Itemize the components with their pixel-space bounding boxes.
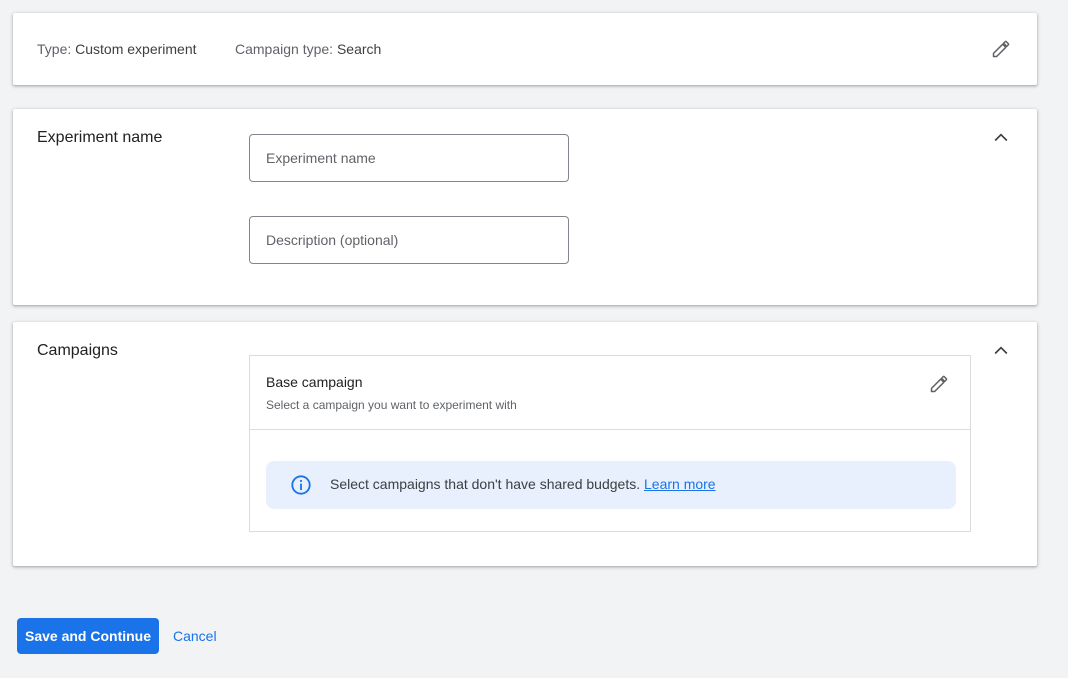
base-campaign-header: Base campaign Select a campaign you want…	[250, 356, 970, 430]
campaigns-section: Campaigns Base campaign Select a campaig…	[13, 322, 1037, 566]
base-campaign-title: Base campaign	[266, 374, 363, 390]
info-icon	[291, 475, 311, 495]
save-and-continue-button[interactable]: Save and Continue	[17, 618, 160, 654]
edit-summary-button[interactable]	[987, 35, 1015, 63]
pencil-icon	[992, 40, 1010, 58]
summary-card: Type: Custom experiment Campaign type: S…	[13, 13, 1037, 85]
section-title-campaigns: Campaigns	[37, 342, 118, 359]
cancel-button[interactable]: Cancel	[166, 618, 224, 654]
description-input[interactable]	[249, 216, 569, 264]
experiment-name-input[interactable]	[249, 134, 569, 182]
type-value: Custom experiment	[75, 41, 197, 57]
campaign-type: Campaign type: Search	[235, 41, 381, 57]
base-campaign-subtitle: Select a campaign you want to experiment…	[266, 398, 517, 412]
collapse-experiment-button[interactable]	[987, 124, 1015, 152]
experiment-type: Type: Custom experiment	[37, 41, 197, 57]
edit-base-campaign-button[interactable]	[925, 370, 953, 398]
learn-more-link[interactable]: Learn more	[644, 476, 716, 492]
campaign-type-value: Search	[336, 41, 382, 57]
info-banner-message: Select campaigns that don't have shared …	[330, 476, 641, 492]
base-campaign-panel: Base campaign Select a campaign you want…	[249, 355, 971, 532]
chevron-up-icon	[994, 346, 1008, 355]
section-title-experiment-name: Experiment name	[37, 129, 163, 146]
experiment-name-section: Experiment name	[13, 109, 1037, 305]
info-banner-text: Select campaigns that don't have shared …	[330, 476, 716, 492]
campaign-type-label: Campaign type:	[235, 41, 334, 57]
pencil-icon	[930, 375, 948, 393]
shared-budget-info-banner: Select campaigns that don't have shared …	[266, 461, 956, 509]
chevron-up-icon	[994, 133, 1008, 142]
type-label: Type:	[37, 41, 72, 57]
collapse-campaigns-button[interactable]	[987, 337, 1015, 365]
